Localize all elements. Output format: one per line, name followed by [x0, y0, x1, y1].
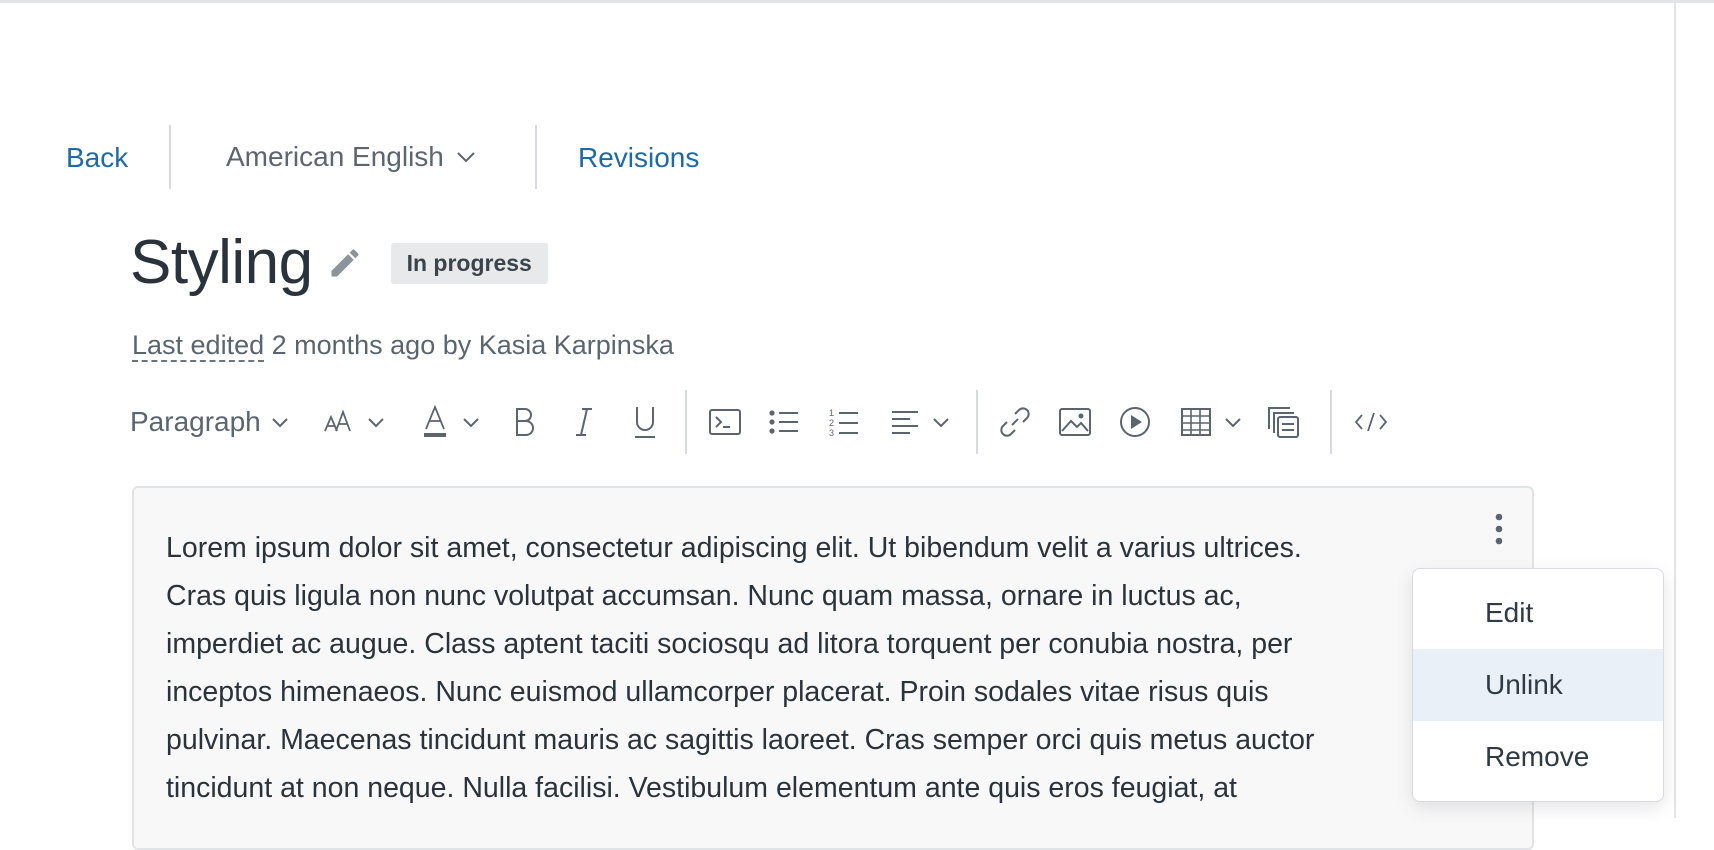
- block-format-label: Paragraph: [130, 406, 261, 437]
- chevron-down-icon: [457, 152, 475, 163]
- block-format-dropdown[interactable]: Paragraph: [130, 386, 289, 458]
- more-options-icon[interactable]: [1484, 510, 1514, 550]
- back-link[interactable]: Back: [66, 142, 128, 174]
- code-block-button[interactable]: [708, 386, 742, 458]
- text-line: imperdiet ac augue. Class aptent taciti …: [166, 628, 1293, 660]
- chevron-down-icon: [463, 417, 479, 427]
- image-icon: [1059, 408, 1091, 436]
- snippet-button[interactable]: [1266, 386, 1300, 458]
- language-label: American English: [226, 141, 444, 172]
- link-button[interactable]: [998, 386, 1032, 458]
- menu-item-remove[interactable]: Remove: [1413, 721, 1663, 793]
- context-menu: Edit Unlink Remove: [1412, 568, 1664, 802]
- top-border: [0, 0, 1714, 3]
- text-line: inceptos himenaeos. Nunc euismod ullamco…: [166, 676, 1269, 708]
- bulleted-list-button[interactable]: [768, 386, 800, 458]
- text-line: tincidunt at non neque. Nulla facilisi. …: [166, 772, 1237, 804]
- top-nav: Back American English Revisions: [0, 125, 760, 191]
- code-block-icon: [709, 409, 741, 435]
- chevron-down-icon: [272, 417, 288, 427]
- bold-icon: [516, 408, 534, 436]
- menu-item-edit[interactable]: Edit: [1413, 577, 1663, 649]
- editor-toolbar: Paragraph 1 2 3: [130, 386, 1410, 458]
- language-dropdown[interactable]: American English: [226, 141, 476, 173]
- table-dropdown[interactable]: [1180, 386, 1242, 458]
- bulleted-list-icon: [769, 410, 798, 434]
- text-line: Lorem ipsum dolor sit amet, consectetur …: [166, 532, 1302, 564]
- font-size-dropdown[interactable]: [323, 386, 385, 458]
- revisions-link[interactable]: Revisions: [578, 142, 699, 174]
- alignment-dropdown[interactable]: [890, 386, 950, 458]
- last-edited-meta: Last edited 2 months ago by Kasia Karpin…: [132, 330, 674, 362]
- underline-button[interactable]: [632, 386, 658, 458]
- underline-icon: [635, 407, 655, 438]
- editor-content-area[interactable]: Lorem ipsum dolor sit amet, consectetur …: [132, 486, 1534, 850]
- toolbar-divider: [1330, 390, 1332, 454]
- chevron-down-icon: [1225, 417, 1241, 427]
- svg-text:2: 2: [829, 418, 834, 428]
- font-size-icon: [324, 409, 351, 432]
- numbered-list-button[interactable]: 1 2 3: [828, 386, 860, 458]
- last-edited-label: Last edited: [132, 330, 265, 362]
- pencil-icon[interactable]: [327, 245, 363, 281]
- italic-icon: [576, 408, 592, 436]
- last-edited-detail: 2 months ago by Kasia Karpinska: [264, 330, 674, 360]
- nav-divider: [535, 125, 537, 189]
- page-title: Styling: [130, 228, 313, 297]
- toolbar-divider: [685, 390, 687, 454]
- media-button[interactable]: [1118, 386, 1152, 458]
- image-button[interactable]: [1058, 386, 1092, 458]
- svg-text:3: 3: [829, 428, 834, 437]
- menu-item-unlink[interactable]: Unlink: [1413, 649, 1663, 721]
- bold-button[interactable]: [511, 386, 537, 458]
- chevron-down-icon: [933, 417, 949, 427]
- font-color-dropdown[interactable]: [422, 386, 480, 458]
- link-icon: [1000, 407, 1030, 437]
- align-left-icon: [892, 411, 918, 434]
- nav-divider: [169, 125, 171, 189]
- toolbar-divider: [976, 390, 978, 454]
- title-row: Styling In progress: [130, 228, 548, 298]
- status-badge: In progress: [390, 242, 548, 284]
- media-play-icon: [1120, 407, 1150, 437]
- font-color-icon: [424, 405, 446, 437]
- chevron-down-icon: [368, 417, 384, 427]
- text-line: pulvinar. Maecenas tincidunt mauris ac s…: [166, 724, 1315, 756]
- svg-text:1: 1: [829, 408, 834, 418]
- italic-button[interactable]: [572, 386, 596, 458]
- editor-body-text[interactable]: Lorem ipsum dolor sit amet, consectetur …: [166, 524, 1566, 812]
- snippet-icon: [1268, 407, 1299, 438]
- table-icon: [1181, 408, 1211, 436]
- right-gutter: [1676, 3, 1714, 818]
- source-code-icon: [1354, 412, 1388, 432]
- text-line: Cras quis ligula non nunc volutpat accum…: [166, 580, 1242, 612]
- source-code-button[interactable]: [1354, 386, 1388, 458]
- numbered-list-icon: 1 2 3: [829, 408, 858, 437]
